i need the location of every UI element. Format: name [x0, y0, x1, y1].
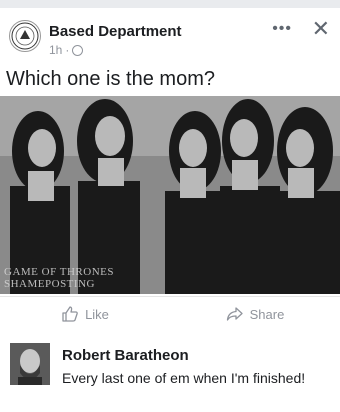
- post-time[interactable]: 1h: [49, 43, 62, 57]
- post-meta: 1h ·: [49, 43, 84, 57]
- like-button[interactable]: Like: [0, 297, 170, 331]
- close-icon[interactable]: ✕: [312, 16, 330, 42]
- post-actions: Like Share: [0, 296, 340, 331]
- thumbs-up-icon: [62, 306, 78, 322]
- photo-watermark: GAME OF THRONES SHAMEPOSTING: [4, 266, 114, 290]
- share-label: Share: [249, 306, 285, 322]
- watermark-line-2: SHAMEPOSTING: [4, 278, 95, 290]
- comment-text: Every last one of em when I'm finished!: [62, 370, 306, 386]
- post-header: Based Department 1h · ••• ✕: [0, 8, 340, 57]
- share-arrow-icon: [226, 307, 243, 321]
- commenter-avatar[interactable]: [10, 343, 50, 385]
- top-strip: [0, 0, 340, 8]
- globe-icon: [72, 44, 84, 56]
- like-label: Like: [85, 306, 109, 322]
- post-caption: Which one is the mom?: [6, 68, 215, 90]
- page-name[interactable]: Based Department: [49, 23, 182, 40]
- more-options-icon[interactable]: •••: [272, 20, 292, 38]
- watermark-line-1: GAME OF THRONES: [4, 266, 114, 278]
- comment-author[interactable]: Robert Baratheon: [62, 347, 189, 364]
- post-photo[interactable]: [0, 96, 340, 294]
- share-button[interactable]: Share: [170, 297, 340, 331]
- meta-separator: ·: [65, 43, 70, 57]
- page-avatar[interactable]: [9, 20, 41, 52]
